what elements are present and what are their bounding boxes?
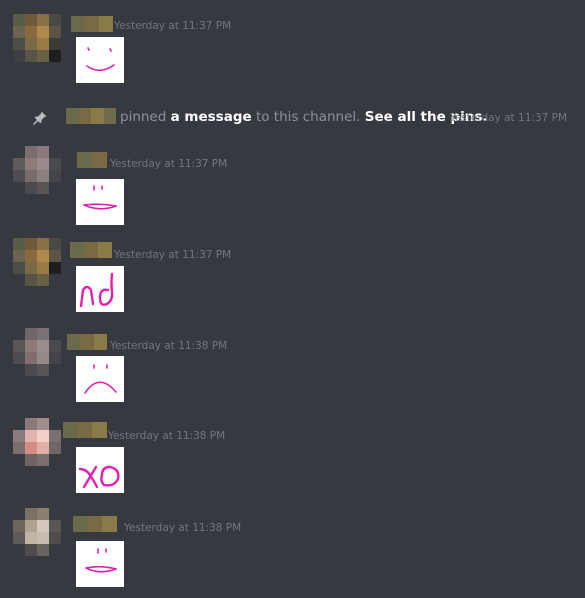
avatar[interactable] <box>13 238 61 286</box>
avatar[interactable] <box>13 508 61 556</box>
image-attachment[interactable] <box>76 356 124 402</box>
image-attachment[interactable] <box>76 179 124 225</box>
timestamp: Yesterday at 11:38 PM <box>124 522 242 534</box>
username[interactable] <box>70 242 112 258</box>
timestamp: Yesterday at 11:38 PM <box>108 430 226 442</box>
username[interactable] <box>67 334 107 350</box>
smiley-face-icon <box>86 47 115 72</box>
pin-icon <box>32 110 48 126</box>
image-attachment[interactable] <box>76 37 124 83</box>
avatar[interactable] <box>13 14 61 62</box>
pin-middle: to this channel. <box>251 109 365 125</box>
pin-prefix: pinned <box>120 109 171 125</box>
flat-mouth-face-icon <box>85 548 117 573</box>
image-attachment[interactable] <box>76 541 124 587</box>
avatar[interactable] <box>13 146 61 194</box>
flat-mouth-face-icon <box>83 185 117 210</box>
username[interactable] <box>77 152 107 168</box>
username[interactable] <box>63 422 108 438</box>
pin-notice: pinned a message to this channel. See al… <box>0 106 585 130</box>
username[interactable] <box>66 108 116 124</box>
xd-scribble-icon <box>78 465 120 489</box>
avatar[interactable] <box>13 328 61 376</box>
timestamp: Yesterday at 11:37 PM <box>449 112 567 124</box>
username[interactable] <box>73 516 118 532</box>
image-attachment[interactable] <box>76 447 124 493</box>
timestamp: Yesterday at 11:37 PM <box>110 158 228 170</box>
timestamp: Yesterday at 11:38 PM <box>110 340 228 352</box>
pinned-message-link[interactable]: a message <box>171 109 252 125</box>
username[interactable] <box>71 16 113 32</box>
nd-scribble-icon <box>79 272 114 308</box>
timestamp: Yesterday at 11:37 PM <box>114 249 232 261</box>
pin-notice-text: pinned a message to this channel. See al… <box>120 109 488 125</box>
timestamp: Yesterday at 11:37 PM <box>114 20 232 32</box>
frowny-face-icon <box>84 364 117 394</box>
image-attachment[interactable] <box>76 266 124 312</box>
avatar[interactable] <box>13 418 61 466</box>
